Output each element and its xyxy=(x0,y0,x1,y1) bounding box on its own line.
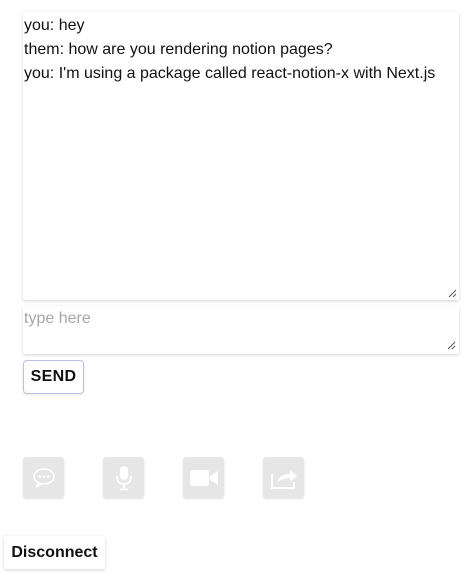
share-icon xyxy=(270,469,297,489)
video-camera-icon xyxy=(189,469,218,486)
video-button[interactable] xyxy=(183,457,224,498)
share-button[interactable] xyxy=(263,457,304,498)
chat-bubble-icon xyxy=(32,467,55,488)
microphone-button[interactable] xyxy=(103,457,144,498)
message-input[interactable] xyxy=(23,306,459,354)
disconnect-button[interactable]: Disconnect xyxy=(4,536,105,569)
send-button[interactable]: SEND xyxy=(23,360,84,394)
resize-grip-icon[interactable] xyxy=(448,289,457,298)
chat-toggle-button[interactable] xyxy=(23,457,64,498)
chat-message: you: hey xyxy=(24,17,85,34)
resize-grip-icon[interactable] xyxy=(447,341,456,350)
microphone-icon xyxy=(115,465,132,490)
chat-message: you: I'm using a package called react-no… xyxy=(24,65,436,82)
chat-log[interactable]: you: hey them: how are you rendering not… xyxy=(23,12,459,300)
chat-message: them: how are you rendering notion pages… xyxy=(24,41,333,58)
